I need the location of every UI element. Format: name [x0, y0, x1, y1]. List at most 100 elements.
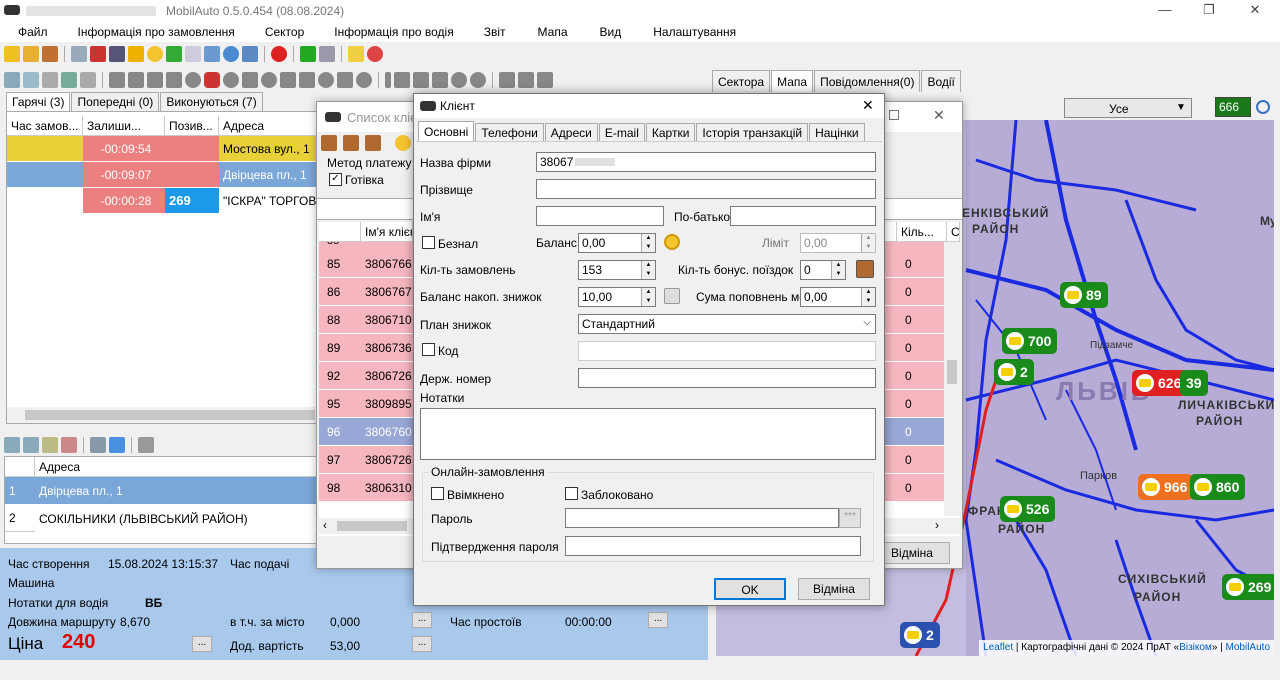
city-dots-button[interactable]: ... — [412, 612, 432, 628]
arrow-up-icon[interactable] — [90, 437, 106, 453]
bonus-rides-field[interactable]: 0 ▲ ▼ — [800, 260, 846, 280]
tab-email[interactable]: E-mail — [598, 123, 645, 141]
tool-icon-12[interactable] — [356, 72, 372, 88]
tool-icon-5[interactable] — [185, 72, 201, 88]
tool-icon-16[interactable] — [518, 72, 534, 88]
stop-order-icon[interactable] — [204, 72, 220, 88]
route-remove-icon[interactable] — [61, 437, 77, 453]
minimize-icon[interactable]: — — [1150, 2, 1180, 17]
restore-icon[interactable]: ❐ — [1194, 2, 1224, 18]
car-marker-89[interactable]: 89 — [1060, 282, 1108, 308]
clients-vscrollbar[interactable] — [944, 242, 960, 516]
phone-icon[interactable] — [451, 72, 467, 88]
map-filter-select[interactable]: Усе ▼ — [1064, 98, 1192, 118]
extra-dots-button[interactable]: ... — [412, 636, 432, 652]
topups-field[interactable]: 0,00 ▲ ▼ — [800, 287, 876, 307]
cancel-button[interactable]: Відміна — [798, 578, 870, 600]
car-marker-966[interactable]: 966 — [1138, 474, 1194, 500]
document-icon[interactable] — [185, 46, 201, 62]
coin-icon[interactable] — [395, 135, 411, 151]
tab-main[interactable]: Основні — [418, 121, 475, 141]
code-field[interactable] — [578, 341, 876, 361]
tool-icon-1[interactable] — [109, 72, 125, 88]
plate-field[interactable] — [578, 368, 876, 388]
tab-hot[interactable]: Гарячі (3) — [6, 92, 71, 111]
company-field[interactable]: 38067 — [536, 152, 876, 172]
client-add-icon[interactable] — [321, 135, 337, 151]
magnifier-icon[interactable] — [1256, 100, 1270, 114]
card-icon[interactable] — [242, 46, 258, 62]
warning-icon[interactable] — [128, 46, 144, 62]
surname-field[interactable] — [536, 179, 876, 199]
code-checkbox[interactable] — [422, 343, 435, 356]
notes-icon[interactable] — [348, 46, 364, 62]
route-edit-icon[interactable] — [42, 437, 58, 453]
car-marker-860[interactable]: 860 — [1190, 474, 1246, 500]
tool-icon-7[interactable] — [242, 72, 258, 88]
col-c[interactable]: С — [947, 222, 960, 241]
order-list-icon[interactable] — [80, 72, 96, 88]
edit-order-icon[interactable] — [23, 72, 39, 88]
exclamation-icon[interactable] — [385, 72, 391, 88]
dollar-icon[interactable] — [300, 46, 316, 62]
arrow-down-icon[interactable] — [109, 437, 125, 453]
tab-messages[interactable]: Повідомлення(0) — [814, 70, 921, 92]
cashless-checkbox[interactable] — [422, 236, 435, 249]
price-dots-button[interactable]: ... — [192, 636, 212, 652]
tool-icon-6[interactable] — [223, 72, 239, 88]
route-insert-icon[interactable] — [23, 437, 39, 453]
mobilauto-link[interactable]: MobilAuto — [1226, 642, 1270, 653]
menu-driver-info[interactable]: Інформація про водія — [334, 22, 453, 42]
tab-previous[interactable]: Попередні (0) — [71, 92, 160, 111]
tool-icon-2[interactable] — [128, 72, 144, 88]
menu-report[interactable]: Звіт — [484, 22, 506, 42]
close-icon[interactable]: ✕ — [1240, 2, 1270, 18]
car-marker-526[interactable]: 526 — [1000, 496, 1056, 522]
balance-field[interactable]: 0,00 ▲ ▼ — [578, 233, 656, 253]
discount-coin-icon[interactable] — [664, 288, 680, 304]
password-field[interactable] — [565, 508, 839, 528]
tab-transactions[interactable]: Історія транзакцій — [696, 123, 809, 141]
menu-order-info[interactable]: Інформація про замовлення — [78, 22, 235, 42]
check-icon[interactable] — [413, 72, 429, 88]
tool-icon-8[interactable] — [261, 72, 277, 88]
discount-plan-select[interactable]: Стандартний ⌵ — [578, 314, 876, 334]
globe-icon[interactable] — [223, 46, 239, 62]
maximize-icon[interactable] — [889, 110, 899, 120]
leaflet-link[interactable]: Leaflet — [983, 642, 1013, 653]
copy-order-icon[interactable] — [42, 72, 58, 88]
tool-icon-11[interactable] — [318, 72, 334, 88]
tab-sectors[interactable]: Сектора — [712, 70, 771, 92]
car-marker-269[interactable]: 269 — [1222, 574, 1274, 600]
tab-addresses[interactable]: Адреси — [544, 123, 598, 141]
tab-map[interactable]: Мапа — [771, 70, 814, 92]
tool-icon-10[interactable] — [299, 72, 315, 88]
col-callsign[interactable]: Позив... — [165, 116, 219, 135]
notes-field[interactable] — [420, 408, 876, 460]
confirm-password-field[interactable] — [565, 536, 861, 556]
chat-icon[interactable] — [470, 72, 486, 88]
trash-icon[interactable] — [138, 437, 154, 453]
arrow-right-icon[interactable] — [337, 72, 353, 88]
coin-icon[interactable] — [147, 46, 163, 62]
clients-cancel-button[interactable]: Відміна — [874, 542, 950, 564]
close-icon[interactable]: ✕ — [933, 107, 945, 124]
bonus-briefcase-icon[interactable] — [856, 260, 874, 278]
tab-cards[interactable]: Картки — [645, 123, 696, 141]
car-marker-39[interactable]: 39 — [1180, 370, 1208, 396]
tool-icon-9[interactable] — [280, 72, 296, 88]
map-code-field[interactable]: 666 — [1215, 97, 1251, 117]
briefcase-icon[interactable] — [42, 46, 58, 62]
online-enabled-checkbox[interactable] — [431, 487, 444, 500]
vizcom-link[interactable]: Візіком — [1179, 642, 1212, 653]
generate-password-button[interactable]: *** — [839, 508, 861, 528]
point-marker-2[interactable]: 2 — [900, 622, 940, 648]
tab-markups[interactable]: Націнки — [809, 123, 865, 141]
cash-checkbox[interactable]: ✓ — [329, 173, 342, 186]
menu-sector[interactable]: Сектор — [265, 22, 304, 42]
table-icon[interactable] — [204, 46, 220, 62]
online-blocked-checkbox[interactable] — [565, 487, 578, 500]
tool-icon-3[interactable] — [147, 72, 163, 88]
name-field[interactable] — [536, 206, 664, 226]
col-client-count[interactable]: Кіль... — [897, 222, 947, 241]
